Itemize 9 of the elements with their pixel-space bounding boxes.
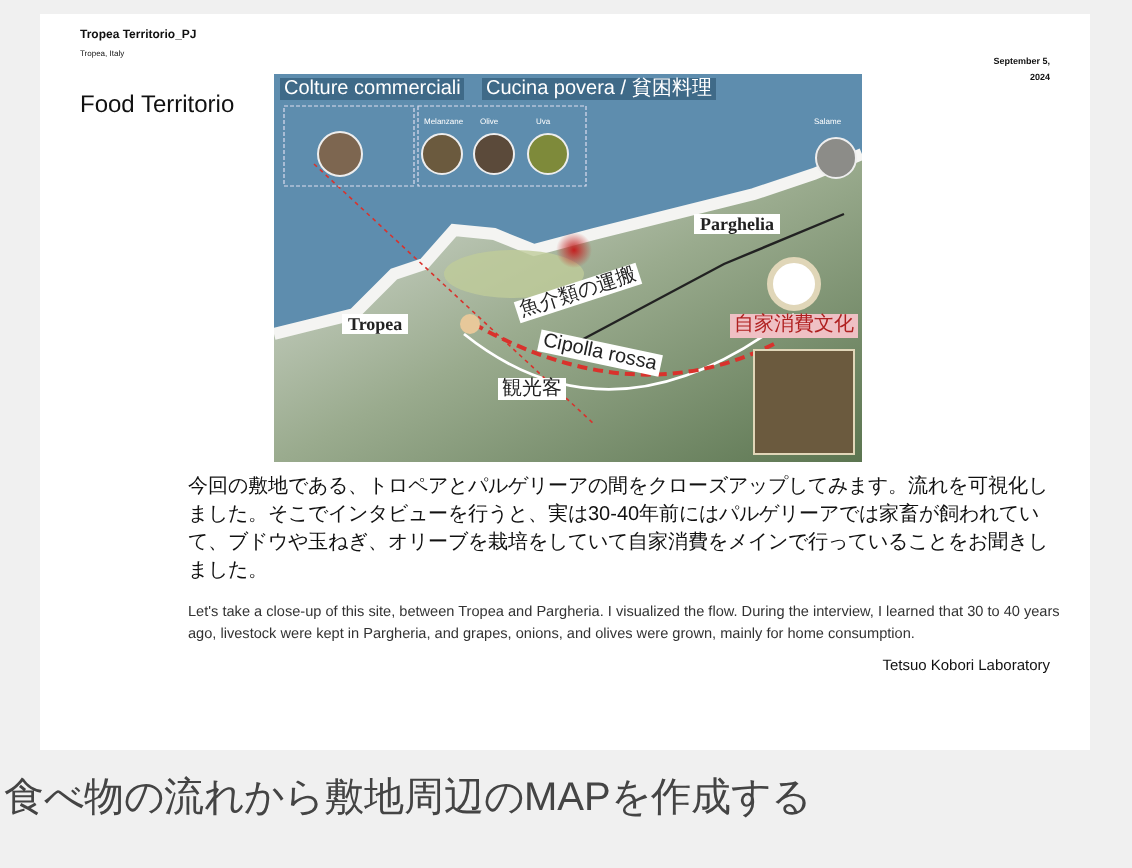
japanese-paragraph: 今回の敷地である、トロペアとパルゲリーアの間をクローズアップしてみます。流れを可視化しました。そこでインタビューを行うと、実は30-40年前にはパルゲリーアでは家畜が飼われていて、ブドウや玉ねぎ、オリーブを栽培をしていて自家消費をメインで行っていることをお聞きしました。 — [188, 474, 1048, 586]
map-group-label: Colture commerciali — [280, 78, 465, 100]
map-group-label: Cucina povera / 貧困料理 — [482, 78, 716, 100]
route-label: 観光客 — [498, 378, 566, 400]
caption-text: 食べ物の流れから敷地周辺のMAPを作成する — [4, 774, 813, 824]
place-label: Tropea — [342, 314, 409, 334]
page-title: Food Territorio — [80, 90, 237, 118]
place-label: Parghelia — [694, 214, 780, 234]
culture-tag: 自家消費文化 — [730, 314, 858, 338]
